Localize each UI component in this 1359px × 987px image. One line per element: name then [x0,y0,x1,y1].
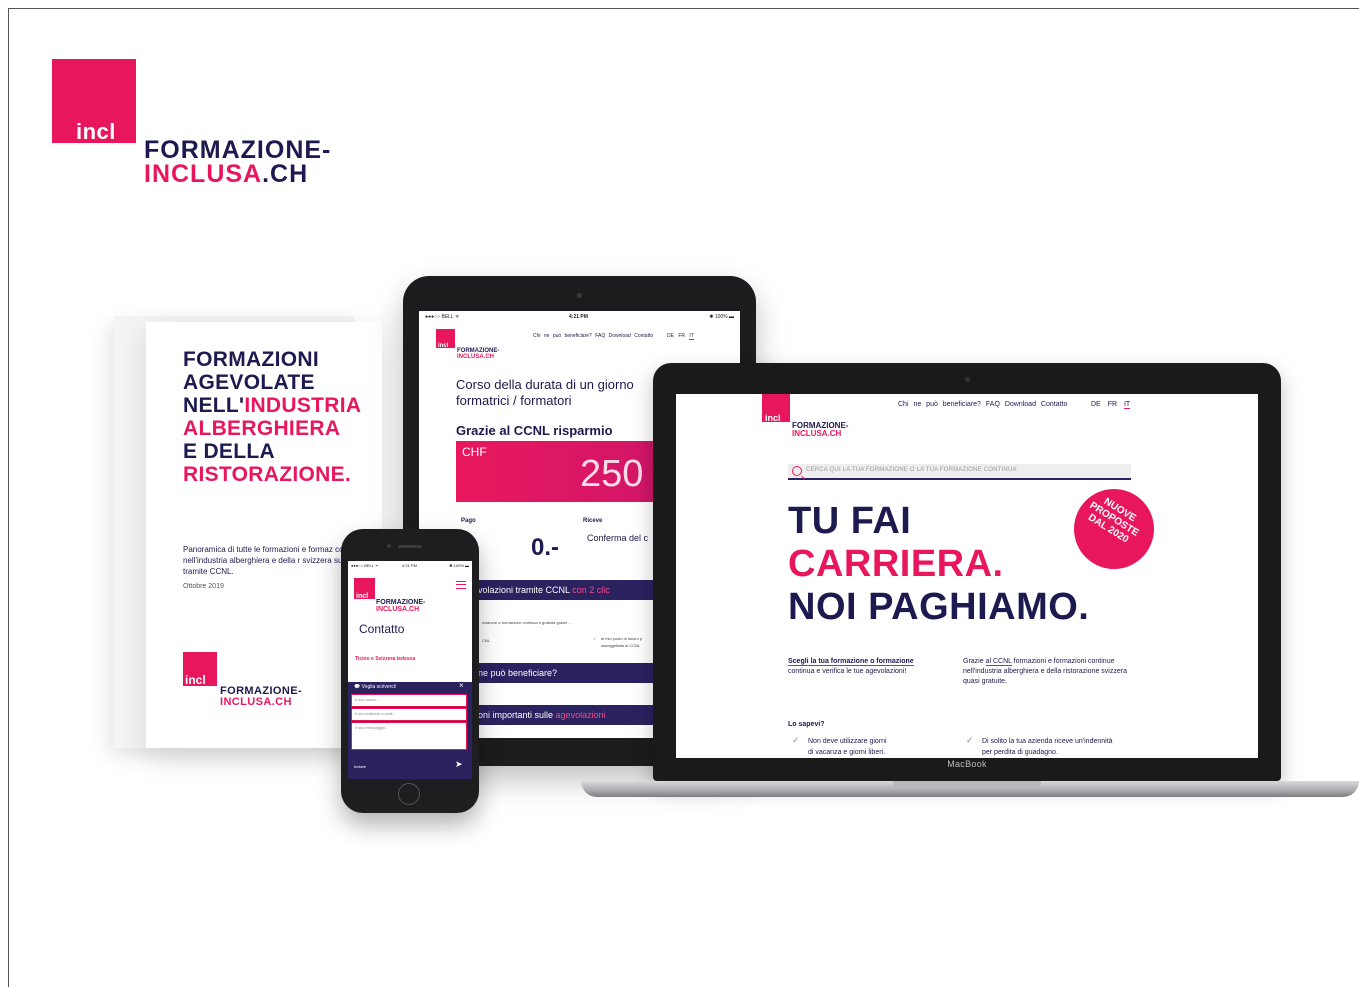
check-icon: ✓ [792,735,800,745]
lang-de[interactable]: DE [1091,401,1101,408]
pago-label: Pago [461,518,476,524]
laptop-device: incl FORMAZIONE- INCLUSA.CH Chi ne può b… [653,363,1281,781]
fact-item: ✓ Di solito la tua azienda riceve un'ind… [966,735,1113,756]
message-field[interactable]: Il suo messaggio... [351,722,467,750]
email-field[interactable]: Il suo indirizzo e-mail... [351,708,467,721]
check-icon: ✓ [593,636,597,641]
close-icon[interactable]: × [459,681,464,690]
accordion-text-2: CNL [482,638,491,643]
lang-fr[interactable]: FR [678,333,685,339]
lang-it[interactable]: IT [689,333,694,340]
phone-device: ●●●○○ BELL ᯤ 4:21 PM ✱ 100% ▬ incl FORMA… [341,529,479,813]
laptop-notch [893,781,1041,788]
savings-heading: Grazie al CCNL risparmio [456,423,613,438]
tablet-camera [577,293,582,298]
phone-logo-square[interactable]: incl [354,578,375,600]
riceve-value: Conferma del c [587,533,649,543]
laptop-logo-square[interactable]: incl [762,394,790,423]
course-title: Corso della durata di un giorno formatri… [456,377,634,408]
lang-fr[interactable]: FR [1108,401,1117,408]
brand-line1: FORMAZIONE- [144,136,332,164]
brand-logo-square: incl [52,59,136,143]
ccnl-info-text: Grazie al CCNL formazioni e formazioni c… [963,658,1127,685]
brochure-date: Ottobre 2019 [183,583,224,590]
search-placeholder: CERCA QUI LA TUA FORMAZIONE O LA TUA FOR… [806,467,1017,473]
ccnl-link[interactable]: al CCNL [985,658,1012,666]
brochure-headline: FORMAZIONI AGEVOLATE NELL'INDUSTRIA ALBE… [183,348,362,486]
lang-de[interactable]: DE [667,333,674,339]
tablet-nav-menu[interactable]: Chi ne può beneficiare? FAQ Download Con… [533,333,653,339]
search-icon [792,466,802,476]
search-input[interactable]: CERCA QUI LA TUA FORMAZIONE O LA TUA FOR… [788,464,1131,480]
check-icon: ✓ [966,735,974,745]
did-you-know-heading: Lo sapevi? [788,721,825,728]
laptop-logo-wordmark[interactable]: FORMAZIONE- INCLUSA.CH [792,422,848,438]
choose-training-text[interactable]: Scegli la tua formazione o formazione co… [788,657,914,677]
brand-logo-text: incl [76,119,116,144]
laptop-brand-label: MacBook [947,759,987,769]
brand-line2: INCLUSA.CH [144,160,309,188]
laptop-camera [965,377,970,382]
laptop-screen: incl FORMAZIONE- INCLUSA.CH Chi ne può b… [676,394,1258,758]
brochure-logo-square: incl [183,652,217,687]
phone-status-bar: ●●●○○ BELL ᯤ 4:21 PM ✱ 100% ▬ [351,563,469,568]
name-field[interactable]: Il suo nome... [351,694,467,707]
phone-logo-wordmark[interactable]: FORMAZIONE- INCLUSA.CH [376,599,425,613]
contact-region: Ticino e Svizzera tedesca [355,656,416,662]
pago-amount: 0.- [531,534,560,561]
send-button[interactable]: Inviare [354,764,366,769]
accordion-text-3: al mio posto di lavoro p [601,636,643,641]
laptop-language-switch[interactable]: DE FR IT [1091,401,1131,409]
brochure-logo-wordmark: FORMAZIONE- INCLUSA.CH [220,685,303,708]
hero-headline: TU FAI CARRIERA. NOI PAGHIAMO. [788,500,1090,628]
phone-speaker [398,545,422,548]
tablet-status-bar: ●●●○○ BELL ᯤ 4:21 PM ✱ 100% ▬ [425,314,734,320]
contact-page-title: Contatto [359,622,405,636]
phone-home-button[interactable] [398,783,420,805]
currency-label: CHF [462,445,487,459]
brand-wordmark: FORMAZIONE- INCLUSA.CH [144,136,332,188]
tablet-logo-wordmark[interactable]: FORMAZIONE- INCLUSA.CH [457,348,499,360]
choose-training-link[interactable]: Scegli la tua formazione o formazione [788,658,914,666]
phone-screen: ●●●○○ BELL ᯤ 4:21 PM ✱ 100% ▬ incl FORMA… [348,561,472,779]
tablet-language-switch[interactable]: DE FR IT [667,333,694,340]
contact-form: 💬 Voglia scriverci! × Il suo nome... Il … [348,681,472,779]
new-offers-badge[interactable]: NUOVE PROPOSTE DAL 2020 [1074,489,1154,569]
accordion-text-4: assoggettata al CCNL [601,643,641,648]
lang-it[interactable]: IT [1123,401,1131,409]
riceve-label: Riceve [583,518,603,524]
hamburger-menu-icon[interactable] [456,581,466,589]
contact-form-heading: 💬 Voglia scriverci! [354,684,397,690]
fact-item: ✓ Non deve utilizzare giorni di vacanza … [792,735,887,756]
phone-camera [387,544,391,548]
accordion-text: mazione o formazione continua è gratuita… [482,620,572,625]
tablet-logo-square[interactable]: incl [436,329,455,349]
laptop-nav-menu[interactable]: Chi ne può beneficiare? FAQ Download Con… [898,401,1067,408]
send-icon[interactable]: ➤ [455,759,463,770]
savings-amount: 250 [580,453,644,495]
